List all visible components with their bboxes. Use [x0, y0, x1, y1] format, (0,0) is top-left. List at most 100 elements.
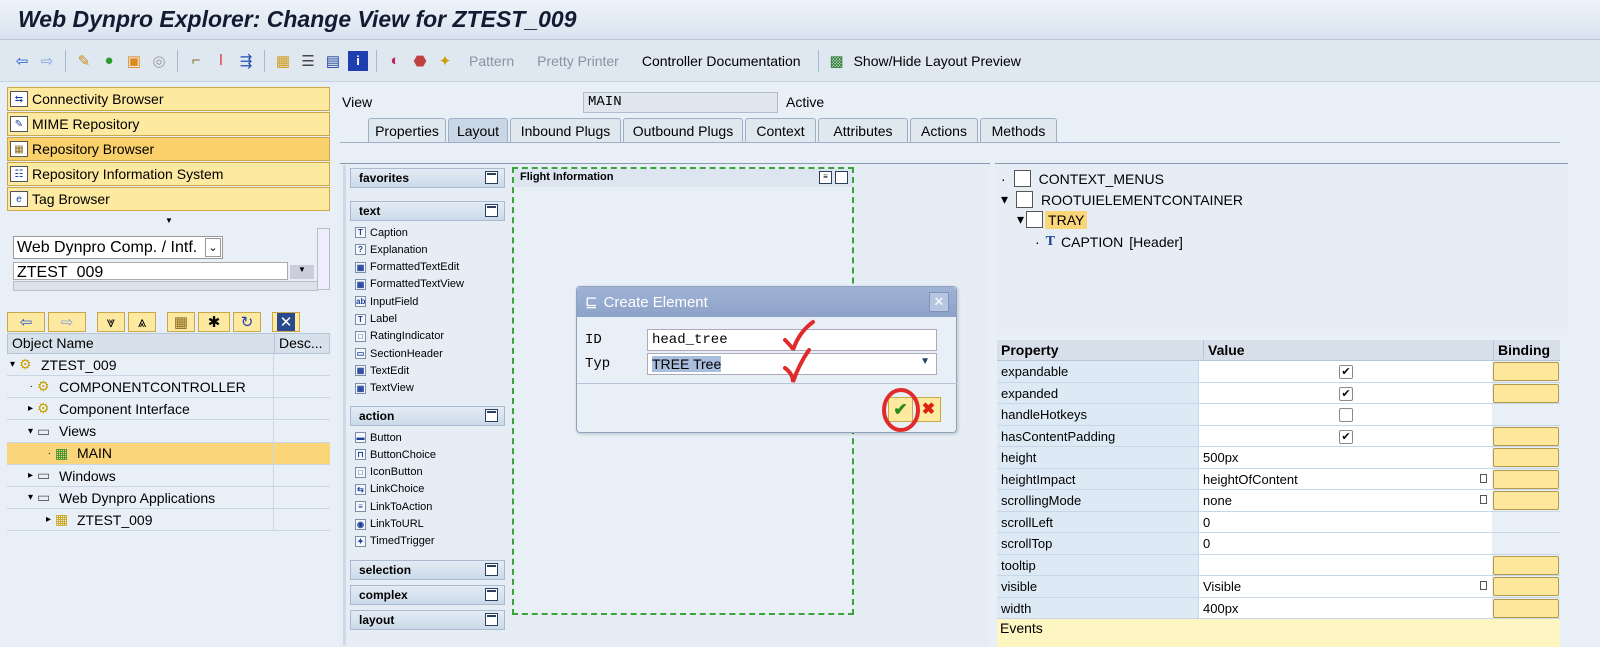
palette-group-favorites[interactable]: favorites [350, 168, 505, 188]
tree-row[interactable]: · ⚙ COMPONENTCONTROLLER [7, 376, 330, 399]
property-value[interactable] [1199, 554, 1492, 575]
dropdown-arrow-icon[interactable]: ▼ [920, 356, 930, 367]
expander-icon[interactable]: · [7, 448, 51, 459]
palette-item-linktourl[interactable]: ◉ LinkToURL [355, 516, 424, 533]
binding-button[interactable] [1493, 426, 1559, 446]
refresh-icon[interactable]: ↻ [233, 312, 261, 332]
display-list-icon[interactable]: ▤ [323, 51, 343, 71]
where-used-icon[interactable]: ◎ [149, 51, 169, 71]
property-value[interactable]: none [1199, 490, 1492, 511]
expander-icon[interactable]: ▸ [7, 514, 51, 525]
navigate-icon[interactable]: ⇶ [236, 51, 256, 71]
palette-item-textedit[interactable]: ▦ TextEdit [355, 362, 409, 379]
copy-icon[interactable]: ▣ [124, 51, 144, 71]
tree-row[interactable]: ▾ ▭ Views [7, 420, 330, 443]
palette-item-linktoaction[interactable]: ≡ LinkToAction [355, 498, 432, 515]
nav-mime-repository[interactable]: ✎ MIME Repository [7, 112, 330, 136]
id-input[interactable]: head_tree [647, 329, 937, 351]
value-help-icon[interactable] [1480, 581, 1487, 590]
property-value[interactable]: heightOfContent [1199, 468, 1492, 489]
object-type-select[interactable]: Web Dynpro Comp. / Intf. ⌄ [13, 236, 223, 259]
palette-item-textview[interactable]: ▦ TextView [355, 380, 414, 397]
view-name-field[interactable]: MAIN [583, 92, 778, 113]
collapse-icon[interactable] [485, 204, 498, 217]
palette-item-ratingindicator[interactable]: □ RatingIndicator [355, 328, 444, 345]
palette-item-caption[interactable]: T Caption [355, 224, 408, 241]
tab-properties[interactable]: Properties [368, 118, 446, 142]
collapse-all-icon[interactable]: ⩓ [128, 312, 156, 332]
collapse-icon[interactable] [485, 613, 498, 626]
wizard-icon[interactable]: ✦ [435, 51, 455, 71]
tab-outbound-plugs[interactable]: Outbound Plugs [623, 118, 743, 142]
palette-item-inputfield[interactable]: ab InputField [355, 293, 418, 310]
confirm-button[interactable]: ✔ [888, 397, 913, 422]
collapse-icon[interactable] [485, 563, 498, 576]
pretty-printer-button[interactable]: Pretty Printer [528, 53, 628, 69]
checkbox[interactable]: ✔ [1339, 386, 1353, 401]
tab-methods[interactable]: Methods [980, 118, 1057, 142]
checkbox[interactable]: ✔ [1339, 365, 1353, 379]
binding-button[interactable] [1493, 555, 1559, 575]
column-object-name[interactable]: Object Name [12, 335, 94, 351]
binding-button[interactable] [1493, 469, 1559, 489]
tab-attributes[interactable]: Attributes [818, 118, 908, 142]
palette-group-action[interactable]: action [350, 406, 505, 426]
binding-button[interactable] [1493, 362, 1559, 381]
back-icon[interactable]: ⇦ [7, 312, 45, 332]
binding-button[interactable] [1493, 383, 1559, 403]
collapse-icon[interactable] [485, 171, 498, 184]
palette-item-button[interactable]: ▬ Button [355, 429, 402, 446]
close-icon[interactable]: ✕ [272, 312, 300, 332]
collapse-icon[interactable] [485, 409, 498, 422]
tree-node-context-menus[interactable]: · CONTEXT_MENUS [1001, 170, 1164, 187]
palette-group-complex[interactable]: complex [350, 585, 505, 605]
tree-row[interactable]: ▸ ⚙ Component Interface [7, 398, 330, 421]
expander-icon[interactable]: ▸ [7, 470, 33, 481]
property-value[interactable]: Visible [1199, 576, 1492, 597]
canvas-splitter[interactable] [343, 165, 346, 645]
vertical-scrollbar[interactable] [317, 228, 330, 290]
stack-icon[interactable]: ☰ [298, 51, 318, 71]
info-icon[interactable]: i [348, 50, 368, 71]
palette-item-explanation[interactable]: ? Explanation [355, 241, 428, 258]
property-value[interactable]: 0 [1199, 511, 1492, 532]
edit-pencil-icon[interactable]: ✎ [74, 51, 94, 71]
chevron-down-icon[interactable]: ⌄ [205, 238, 221, 257]
property-value[interactable]: ✔ [1199, 361, 1492, 382]
property-value[interactable]: ✔ [1199, 425, 1492, 446]
palette-item-sectionheader[interactable]: ▭ SectionHeader [355, 345, 443, 362]
tree-row[interactable]: ▸ ▦ ZTEST_009 [7, 509, 330, 532]
expand-all-icon[interactable]: ⩔ [97, 312, 125, 332]
value-help-icon[interactable] [1480, 473, 1487, 483]
test-icon[interactable]: ◐ [385, 51, 405, 71]
property-value[interactable]: 500px [1199, 447, 1492, 468]
object-list-icon[interactable]: ▦ [273, 51, 293, 71]
back-icon[interactable]: ⇦ [12, 51, 32, 71]
expander-icon[interactable]: ▸ [7, 403, 33, 414]
hierarchy-icon[interactable]: ⌐ [186, 51, 206, 71]
tree-row[interactable]: · ▦ MAIN [7, 442, 330, 465]
value-help-icon[interactable] [1480, 495, 1487, 504]
layout-preview-icon[interactable]: ▩ [827, 51, 847, 71]
collapse-icon[interactable] [485, 588, 498, 601]
property-value[interactable]: 400px [1199, 597, 1492, 618]
palette-item-iconbutton[interactable]: □ IconButton [355, 464, 423, 481]
binding-button[interactable] [1493, 491, 1559, 510]
stop-user-icon[interactable]: ⬣ [410, 51, 430, 71]
tab-layout[interactable]: Layout [448, 118, 508, 143]
palette-item-label[interactable]: T Label [355, 311, 397, 328]
object-name-input[interactable]: ZTEST_009 [13, 262, 288, 280]
horizontal-scrollbar[interactable] [13, 281, 318, 291]
checkbox[interactable] [1339, 408, 1353, 422]
tab-inbound-plugs[interactable]: Inbound Plugs [510, 118, 621, 142]
collapse-arrow-icon[interactable]: ▼ [165, 216, 173, 225]
palette-item-formattedtextedit[interactable]: ▦ FormattedTextEdit [355, 259, 459, 276]
palette-group-layout[interactable]: layout [350, 610, 505, 630]
tab-context[interactable]: Context [745, 118, 816, 142]
nav-tag-browser[interactable]: e Tag Browser [7, 187, 330, 211]
events-section[interactable]: Events [997, 619, 1560, 647]
tree-row[interactable]: ▸ ▭ Windows [7, 465, 330, 487]
binding-button[interactable] [1493, 577, 1559, 596]
tree-row[interactable]: ▾ ⚙ ZTEST_009 [7, 354, 330, 376]
cancel-button[interactable]: ✖ [916, 397, 941, 422]
